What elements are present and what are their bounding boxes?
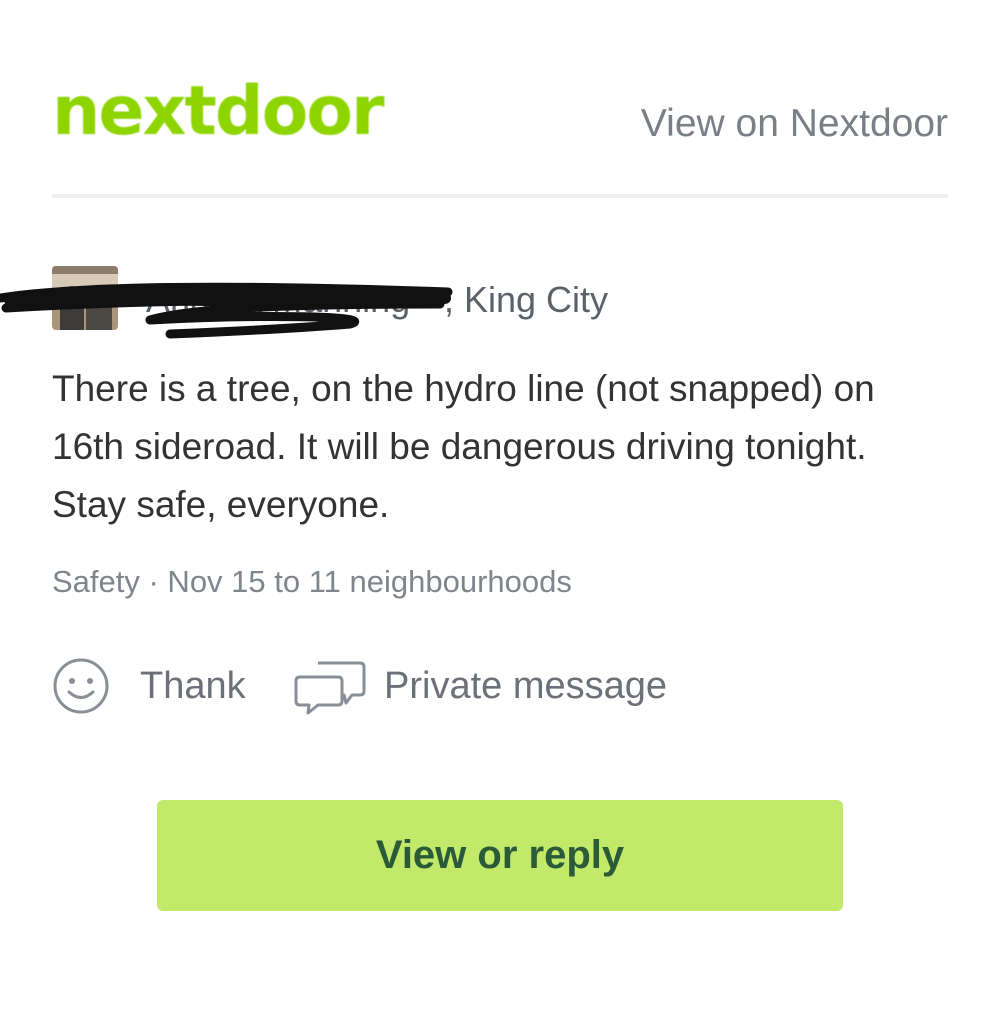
- smiley-icon: [52, 657, 110, 715]
- post-actions: Thank Private message: [52, 654, 952, 718]
- nextdoor-logo: nextdoor: [52, 72, 385, 151]
- thank-label: Thank: [140, 665, 246, 707]
- post-author-row: Andrea Manning , King City: [52, 266, 952, 332]
- header-divider: [52, 194, 948, 198]
- post-body: There is a tree, on the hydro line (not …: [52, 368, 875, 525]
- private-message-label: Private message: [384, 665, 668, 707]
- view-on-nextdoor-link[interactable]: View on Nextdoor: [641, 104, 948, 143]
- private-message-button[interactable]: Private message: [294, 654, 667, 718]
- post-meta: Safety · Nov 15 to 11 neighbourhoods: [52, 564, 572, 599]
- view-or-reply-button[interactable]: View or reply: [157, 800, 843, 911]
- author-name[interactable]: Andrea Manning: [146, 282, 410, 318]
- author-avatar[interactable]: [52, 266, 118, 330]
- thank-button[interactable]: Thank: [52, 654, 246, 718]
- author-location: , King City: [444, 279, 609, 320]
- chat-bubbles-icon: [294, 657, 366, 715]
